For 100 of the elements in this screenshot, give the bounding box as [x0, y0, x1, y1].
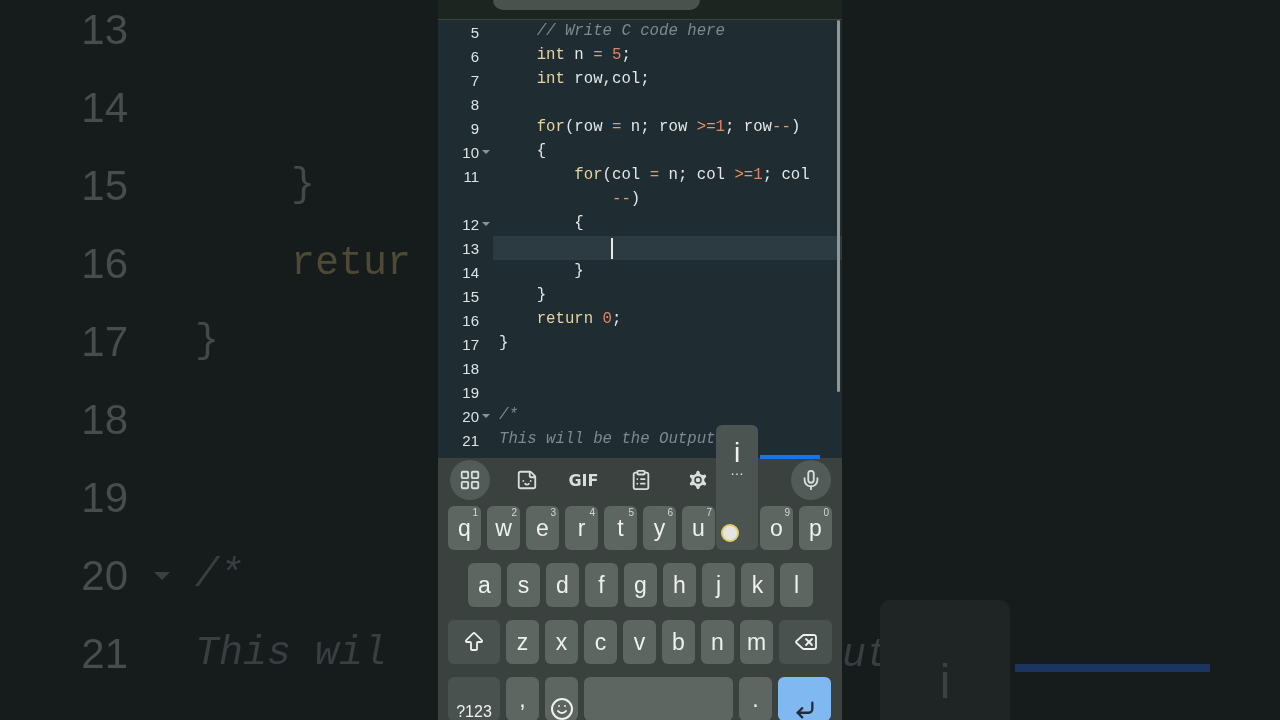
line-number: 12 — [462, 216, 479, 232]
key-hint: 3 — [550, 508, 556, 518]
key[interactable]: f — [585, 563, 618, 607]
code-token: ) — [630, 192, 641, 208]
code-token: This will be the Output — [499, 432, 716, 448]
sticker-icon[interactable] — [515, 469, 538, 491]
key-hint: 0 — [823, 508, 829, 518]
text-cursor — [611, 237, 613, 259]
line-number: 10 — [462, 144, 479, 160]
key-hint: 6 — [667, 508, 673, 518]
gif-button[interactable]: GIF — [568, 470, 599, 490]
key-hint: 5 — [628, 508, 634, 518]
key[interactable]: b — [662, 620, 695, 664]
code-text: } — [195, 322, 219, 362]
line-number: 14 — [462, 264, 479, 280]
code-token: ; — [611, 312, 622, 328]
line-number: 19 — [462, 384, 479, 400]
key[interactable]: , — [506, 677, 539, 720]
grid-icon — [458, 469, 481, 491]
line-number: 20 — [462, 408, 479, 424]
code-token: 1 — [715, 120, 725, 136]
line-number: 16 — [462, 312, 479, 328]
microphone-button[interactable] — [790, 460, 831, 500]
code-token: { — [573, 216, 584, 232]
code-token: n; row — [629, 120, 689, 136]
code-token: 5 — [611, 48, 622, 64]
key[interactable]: l — [780, 563, 813, 607]
shift-key[interactable] — [448, 620, 500, 664]
code-token: for — [535, 120, 565, 136]
line-number: 13 — [462, 240, 479, 256]
code-text: } — [290, 166, 316, 206]
code-token: n; col — [667, 168, 726, 184]
code-token: (row — [564, 120, 604, 136]
emoji-key[interactable] — [545, 677, 578, 720]
key[interactable]: g — [624, 563, 657, 607]
key-hint: 2 — [511, 508, 517, 518]
code-token: } — [573, 264, 584, 280]
line-number: 11 — [463, 168, 479, 184]
code-token: } — [535, 288, 547, 304]
code-token: ; col — [762, 168, 810, 184]
key[interactable]: v — [623, 620, 656, 664]
key[interactable]: . — [739, 677, 772, 720]
code-token: int — [535, 72, 565, 88]
code-token: -- — [610, 192, 631, 208]
key[interactable]: d — [546, 563, 579, 607]
line-number: 21 — [462, 432, 479, 448]
shift-icon — [462, 630, 486, 654]
code-token: -- — [772, 120, 791, 136]
line-number: 6 — [470, 48, 479, 64]
key[interactable]: t 5 — [604, 506, 637, 550]
scrollbar[interactable] — [837, 20, 840, 392]
code-token: ) — [790, 120, 801, 136]
code-token: for — [573, 168, 603, 184]
code-token: ; — [621, 48, 631, 64]
code-token: // Write C code here — [535, 24, 725, 40]
key-hint: 1 — [472, 508, 478, 518]
code-token: row,col; — [573, 72, 650, 88]
code-token: /* — [499, 408, 518, 424]
line-number: 18 — [462, 360, 479, 376]
key-hint: 9 — [784, 508, 790, 518]
code-token: 1 — [753, 168, 763, 184]
fold-icon[interactable] — [482, 222, 490, 226]
apps-button[interactable] — [449, 460, 490, 500]
code-token: (col — [602, 168, 642, 184]
code-token: int — [535, 48, 565, 64]
key[interactable]: n — [701, 620, 734, 664]
fold-icon[interactable] — [482, 150, 490, 154]
code-text: retur — [290, 244, 412, 284]
key[interactable]: h — [663, 563, 696, 607]
key[interactable]: x — [545, 620, 578, 664]
line-number: 7 — [470, 72, 479, 88]
fold-icon[interactable] — [482, 414, 490, 418]
code-token: = — [593, 48, 603, 64]
code-token: >= — [696, 120, 716, 136]
code-token: 0 — [601, 312, 612, 328]
line-number: 9 — [470, 120, 479, 136]
code-token: = — [612, 120, 622, 136]
enter-key[interactable] — [778, 677, 831, 720]
highlight-bar — [760, 455, 820, 459]
code-text: /* — [195, 556, 243, 596]
code-token: } — [499, 336, 509, 352]
backspace-key[interactable] — [779, 620, 832, 664]
line-number: 15 — [462, 288, 479, 304]
key[interactable]: j — [702, 563, 735, 607]
code-token: n — [573, 48, 585, 64]
key[interactable]: s — [507, 563, 540, 607]
key[interactable]: a — [468, 563, 501, 607]
line-number: 5 — [470, 24, 479, 40]
code-token: return — [535, 312, 594, 328]
symbols-key[interactable]: ?123 — [448, 677, 500, 720]
key-hint: 4 — [589, 508, 595, 518]
key[interactable]: z — [506, 620, 539, 664]
line-number: 17 — [462, 336, 479, 352]
code-token: ; row — [724, 120, 773, 136]
line-number: 8 — [470, 96, 479, 112]
code-token: >= — [734, 168, 754, 184]
key[interactable]: k — [741, 563, 774, 607]
key[interactable]: c — [584, 620, 617, 664]
key-hint: 7 — [706, 508, 712, 518]
key[interactable]: m — [740, 620, 773, 664]
